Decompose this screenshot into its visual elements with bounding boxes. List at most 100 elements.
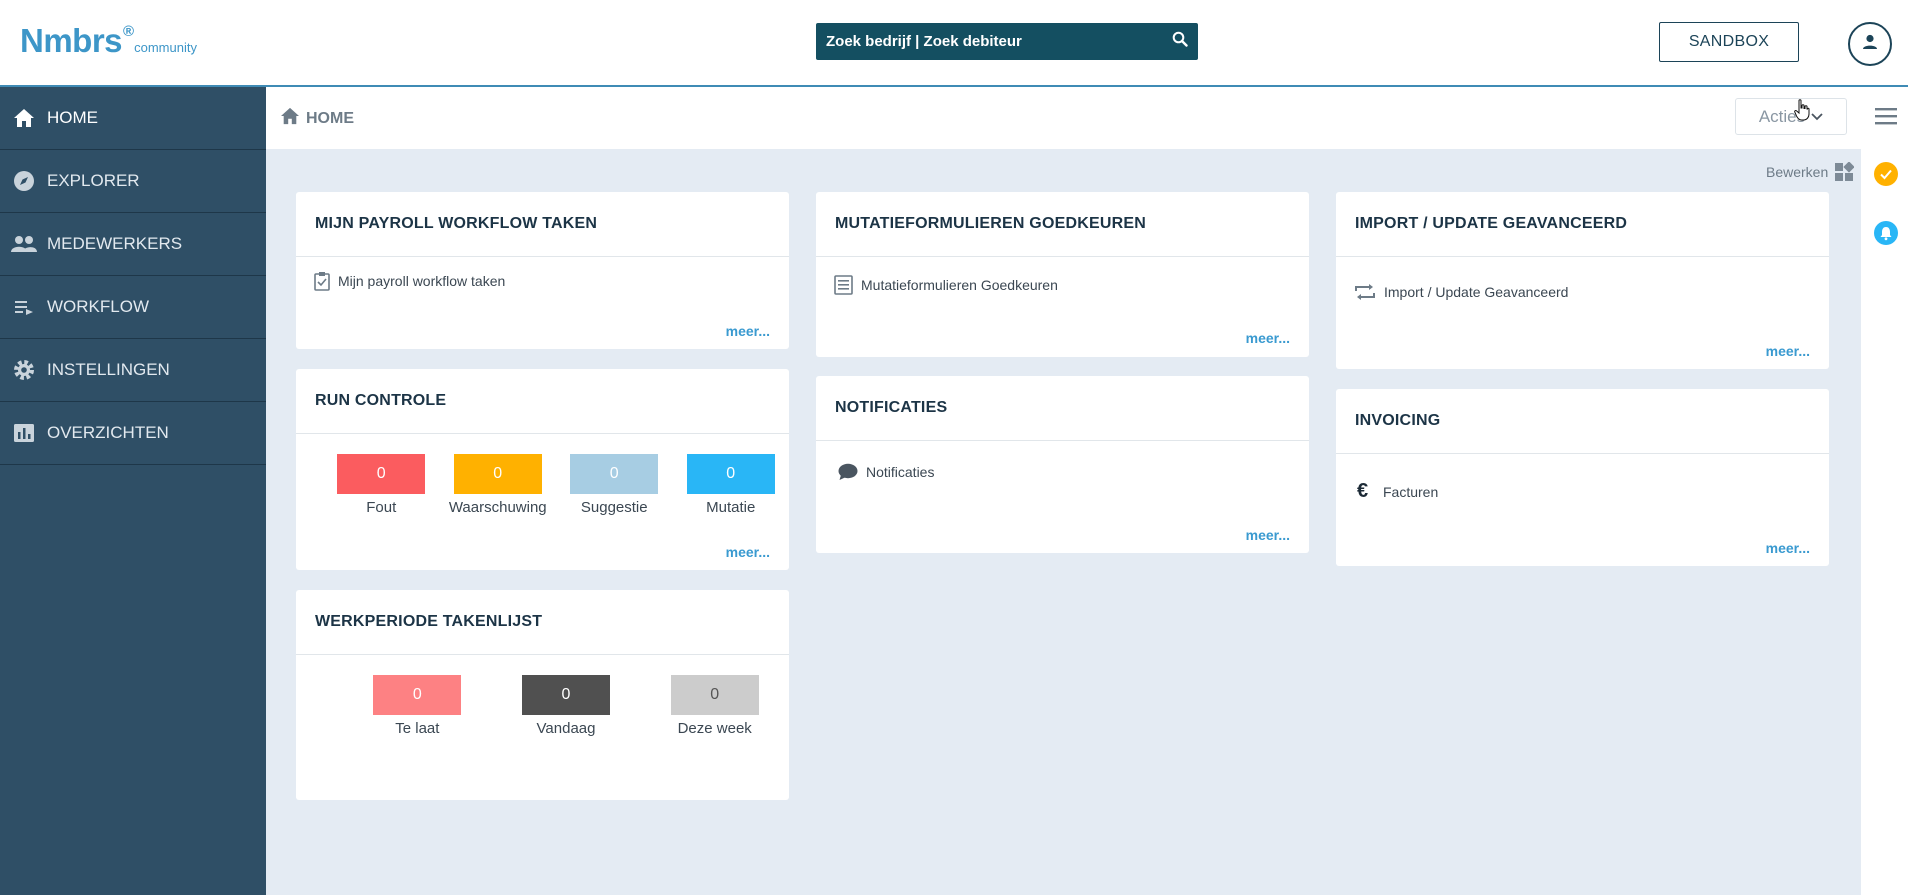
bar-chart-icon xyxy=(0,423,47,443)
search-icon[interactable] xyxy=(1172,31,1188,52)
meer-link[interactable]: meer... xyxy=(726,544,770,560)
meer-link[interactable]: meer... xyxy=(1246,527,1290,543)
tile-value: 0 xyxy=(686,454,775,494)
sidebar-item-instellingen[interactable]: INSTELLINGEN xyxy=(0,339,266,402)
bewerken-label: Bewerken xyxy=(1766,164,1829,180)
tile-value: 0 xyxy=(522,675,610,715)
card-title: INVOICING xyxy=(1336,389,1829,454)
tile-value: 0 xyxy=(570,454,659,494)
tile-value: 0 xyxy=(373,675,462,715)
card-title: RUN CONTROLE xyxy=(296,369,789,434)
bewerken-button[interactable]: Bewerken xyxy=(1766,162,1855,182)
sidebar-item-label: OVERZICHTEN xyxy=(47,423,169,442)
card-title: NOTIFICATIES xyxy=(816,376,1309,441)
user-icon xyxy=(1861,33,1879,56)
tile-value: 0 xyxy=(670,675,759,715)
bell-icon[interactable] xyxy=(1874,221,1898,250)
card-notificaties: NOTIFICATIES Notificaties meer... xyxy=(816,376,1309,553)
home-icon xyxy=(280,107,300,130)
logo-subtitle: community xyxy=(134,40,197,55)
breadcrumb[interactable]: HOME xyxy=(280,107,354,130)
tile-label: Mutatie xyxy=(706,499,756,516)
meer-link[interactable]: meer... xyxy=(1766,540,1810,556)
sidebar-item-home[interactable]: HOME xyxy=(0,87,266,150)
tile-label: Fout xyxy=(366,499,397,516)
euro-icon: € xyxy=(1357,480,1369,502)
tile-label: Vandaag xyxy=(536,720,596,737)
card-row[interactable]: € Facturen xyxy=(1336,480,1829,503)
tile-value: 0 xyxy=(337,454,426,494)
sidebar-item-label: MEDEWERKERS xyxy=(47,234,183,253)
search-placeholder: Zoek bedrijf | Zoek debiteur xyxy=(826,33,1022,50)
tile-waarschuwing[interactable]: 0 Waarschuwing xyxy=(440,454,557,516)
sidebar: HOME EXPLORER MEDEWERKERS WORKFLOW INSTE… xyxy=(0,87,266,895)
card-run-controle: RUN CONTROLE 0 Fout 0 Waarschuwing 0 Sug… xyxy=(296,369,789,570)
logo-registered-mark: ® xyxy=(123,23,135,40)
logo-text: Nmbrs xyxy=(20,22,123,59)
hand-cursor-icon xyxy=(1794,99,1810,126)
sidebar-item-explorer[interactable]: EXPLORER xyxy=(0,150,266,213)
card-payroll-workflow: MIJN PAYROLL WORKFLOW TAKEN Mijn payroll… xyxy=(296,192,789,349)
run-controle-tiles: 0 Fout 0 Waarschuwing 0 Suggestie 0 Muta… xyxy=(296,454,789,516)
search-bar[interactable]: Zoek bedrijf | Zoek debiteur xyxy=(816,23,1198,60)
tile-value: 0 xyxy=(453,454,542,494)
card-row-label: Mijn payroll workflow taken xyxy=(338,273,506,289)
card-mutatieformulieren: MUTATIEFORMULIEREN GOEDKEUREN Mutatiefor… xyxy=(816,192,1309,357)
card-title: MUTATIEFORMULIEREN GOEDKEUREN xyxy=(816,192,1309,257)
document-icon xyxy=(834,275,853,295)
playlist-icon xyxy=(0,299,47,315)
menu-icon[interactable] xyxy=(1875,107,1897,130)
compass-icon xyxy=(0,170,47,192)
tile-vandaag[interactable]: 0 Vandaag xyxy=(492,675,641,737)
card-row-label: Import / Update Geavanceerd xyxy=(1384,284,1569,300)
card-row-label: Facturen xyxy=(1383,483,1439,500)
people-icon xyxy=(0,235,47,253)
sidebar-item-medewerkers[interactable]: MEDEWERKERS xyxy=(0,213,266,276)
user-avatar-button[interactable] xyxy=(1848,22,1892,66)
speech-bubble-icon xyxy=(838,463,858,481)
acties-dropdown[interactable]: Acties xyxy=(1735,98,1847,135)
card-title: MIJN PAYROLL WORKFLOW TAKEN xyxy=(296,192,789,257)
card-row-label: Mutatieformulieren Goedkeuren xyxy=(861,277,1058,293)
card-title: IMPORT / UPDATE GEAVANCEERD xyxy=(1336,192,1829,257)
tile-label: Suggestie xyxy=(580,499,648,516)
clipboard-check-icon xyxy=(314,271,330,291)
sandbox-button[interactable]: SANDBOX xyxy=(1659,22,1799,62)
card-row-label: Notificaties xyxy=(866,464,935,480)
sidebar-item-label: HOME xyxy=(47,108,98,127)
meer-link[interactable]: meer... xyxy=(1246,330,1290,346)
home-icon xyxy=(0,108,47,128)
sidebar-item-label: WORKFLOW xyxy=(47,297,149,316)
breadcrumb-bar: HOME Acties xyxy=(266,87,1861,149)
nmbrs-logo[interactable]: Nmbrs ® community xyxy=(20,22,197,59)
card-invoicing: INVOICING € Facturen meer... xyxy=(1336,389,1829,566)
meer-link[interactable]: meer... xyxy=(726,323,770,339)
tile-deze-week[interactable]: 0 Deze week xyxy=(640,675,789,737)
chevron-down-icon xyxy=(1811,112,1823,121)
sidebar-item-workflow[interactable]: WORKFLOW xyxy=(0,276,266,339)
sidebar-item-label: INSTELLINGEN xyxy=(47,360,170,379)
tile-te-laat[interactable]: 0 Te laat xyxy=(343,675,492,737)
breadcrumb-label: HOME xyxy=(306,109,354,127)
tile-label: Deze week xyxy=(677,720,752,737)
tile-suggestie[interactable]: 0 Suggestie xyxy=(556,454,673,516)
check-status-icon[interactable] xyxy=(1874,162,1898,191)
meer-link[interactable]: meer... xyxy=(1766,343,1810,359)
tile-label: Te laat xyxy=(395,720,440,737)
card-row[interactable]: Import / Update Geavanceerd xyxy=(1336,283,1829,301)
card-import-update: IMPORT / UPDATE GEAVANCEERD Import / Upd… xyxy=(1336,192,1829,369)
right-rail xyxy=(1861,87,1908,895)
tile-fout[interactable]: 0 Fout xyxy=(323,454,440,516)
sidebar-item-overzichten[interactable]: OVERZICHTEN xyxy=(0,402,266,465)
card-row[interactable]: Notificaties xyxy=(816,463,1309,481)
tile-mutatie[interactable]: 0 Mutatie xyxy=(673,454,790,516)
werkperiode-tiles: 0 Te laat 0 Vandaag 0 Deze week xyxy=(296,675,789,737)
top-header: Nmbrs ® community Zoek bedrijf | Zoek de… xyxy=(0,0,1908,87)
card-title: WERKPERIODE TAKENLIJST xyxy=(296,590,789,655)
dashboard-edit-icon xyxy=(1834,162,1855,182)
swap-arrows-icon xyxy=(1354,283,1376,301)
card-werkperiode-takenlijst: WERKPERIODE TAKENLIJST 0 Te laat 0 Vanda… xyxy=(296,590,789,800)
gear-icon xyxy=(0,359,47,381)
card-row[interactable]: Mutatieformulieren Goedkeuren xyxy=(816,275,1309,295)
card-row[interactable]: Mijn payroll workflow taken xyxy=(296,271,789,291)
